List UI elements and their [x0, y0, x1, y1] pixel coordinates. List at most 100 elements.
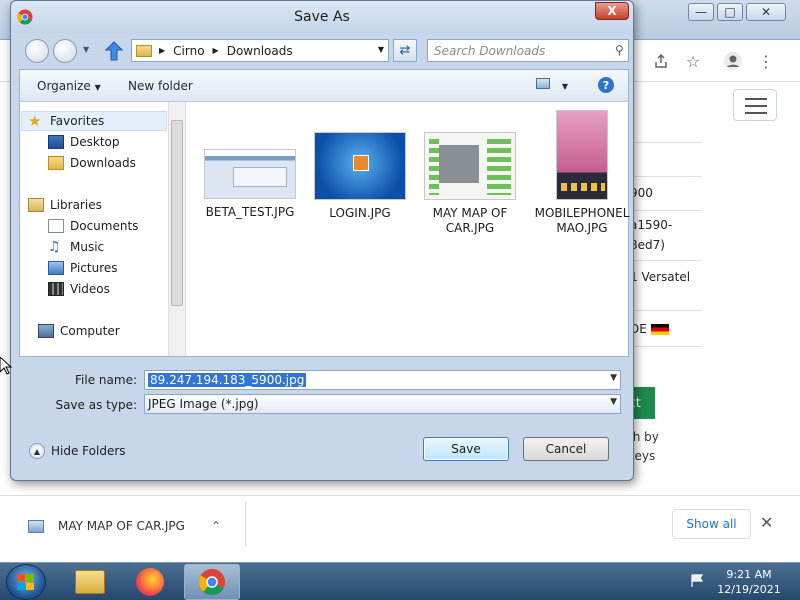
action-center-flag-icon[interactable]	[690, 574, 706, 588]
desktop-icon	[48, 135, 64, 149]
share-icon[interactable]	[650, 50, 672, 72]
nav-documents[interactable]: Documents	[48, 216, 138, 236]
start-button[interactable]	[6, 564, 46, 600]
computer-icon	[38, 324, 54, 338]
mouse-cursor-icon	[0, 357, 12, 375]
file-item[interactable]: LOGIN.JPG	[310, 110, 410, 221]
screenshot-thumbnail-icon	[204, 149, 296, 199]
nav-computer[interactable]: Computer	[38, 321, 120, 341]
up-arrow-icon[interactable]	[105, 41, 123, 61]
chevron-down-icon[interactable]: ▼	[610, 373, 617, 383]
new-folder-button[interactable]: New folder	[128, 79, 193, 93]
dialog-titlebar: Save As X	[11, 1, 633, 33]
file-name: MOBILEPHONELMAO.JPG	[534, 206, 630, 235]
nav-videos[interactable]: Videos	[48, 279, 110, 299]
forward-button[interactable]	[53, 39, 77, 63]
nav-label: Documents	[70, 219, 139, 233]
nav-label: Libraries	[50, 198, 102, 212]
download-item[interactable]: MAY MAP OF CAR.JPG ⌃	[28, 516, 221, 536]
dialog-close-button[interactable]: X	[595, 2, 629, 20]
nav-label: Desktop	[70, 135, 120, 149]
dialog-title: Save As	[294, 9, 350, 25]
save-button[interactable]: Save	[423, 437, 509, 461]
file-name-label: File name:	[75, 373, 137, 387]
background-cell: a1590-	[630, 218, 673, 232]
hide-folders-button[interactable]: ▲ Hide Folders	[29, 443, 126, 459]
file-explorer-icon	[75, 570, 105, 594]
shelf-divider	[245, 502, 246, 546]
scrollbar-thumb[interactable]	[171, 120, 183, 306]
chevron-down-icon[interactable]: ▼	[378, 45, 384, 54]
nav-label: Music	[70, 240, 105, 254]
taskbar-chrome[interactable]	[184, 564, 240, 600]
show-all-button[interactable]: Show all	[672, 509, 751, 539]
windows-logo-icon	[17, 574, 34, 590]
file-name-input[interactable]: 89.247.194.183_5900.jpg ▼	[144, 370, 621, 390]
help-icon[interactable]: ?	[598, 77, 614, 93]
nav-desktop[interactable]: Desktop	[48, 132, 120, 152]
star-icon: ★	[28, 112, 42, 130]
profile-icon[interactable]	[722, 50, 744, 72]
folder-icon	[136, 44, 152, 57]
navigation-bar: ▼ ▶ Cirno ▶ Downloads ▼ ⇄ Search Downloa…	[19, 37, 629, 65]
minimize-button[interactable]: —	[688, 3, 714, 21]
system-clock[interactable]: 9:21 AM 12/19/2021	[712, 567, 786, 597]
organize-menu[interactable]: Organize ▼	[37, 79, 101, 93]
german-flag-icon	[650, 323, 669, 335]
libraries-icon	[28, 198, 44, 212]
breadcrumb-downloads[interactable]: Downloads	[227, 44, 293, 58]
taskbar-firefox[interactable]	[122, 564, 178, 600]
navigation-pane: ★ Favorites Desktop Downloads Libraries …	[20, 102, 186, 356]
breadcrumb-separator: ▶	[212, 46, 219, 55]
pictures-icon	[48, 261, 64, 275]
file-item[interactable]: MOBILEPHONELMAO.JPG	[528, 110, 636, 236]
windows-login-thumbnail-icon	[314, 132, 406, 200]
bookmark-star-icon[interactable]: ☆	[682, 50, 704, 72]
save-as-type-value: JPEG Image (*.jpg)	[148, 397, 259, 411]
image-file-icon	[28, 519, 44, 533]
breadcrumb-cirno[interactable]: Cirno	[173, 44, 204, 58]
background-cell: 900	[630, 186, 653, 200]
language-cell: DE	[630, 322, 702, 336]
nav-downloads[interactable]: Downloads	[48, 153, 136, 173]
nav-pictures[interactable]: Pictures	[48, 258, 118, 278]
file-item[interactable]: MAY MAP OF CAR.JPG	[420, 110, 520, 236]
refresh-button[interactable]: ⇄	[393, 39, 417, 62]
nav-favorites[interactable]: ★ Favorites	[28, 111, 104, 131]
recent-locations-icon[interactable]: ▼	[83, 45, 89, 54]
back-button[interactable]	[25, 39, 49, 63]
nav-scrollbar[interactable]	[168, 102, 185, 356]
close-icon[interactable]: ✕	[760, 513, 773, 532]
nav-music[interactable]: ♫ Music	[48, 237, 104, 257]
search-icon[interactable]: ⚲	[615, 43, 624, 57]
chevron-up-icon[interactable]: ⌃	[211, 519, 221, 533]
hamburger-menu-button[interactable]	[733, 89, 777, 121]
more-menu-icon[interactable]: ⋮	[755, 50, 777, 72]
hide-folders-label: Hide Folders	[51, 444, 126, 458]
maximize-button[interactable]: □	[717, 3, 743, 21]
file-item[interactable]: BETA_TEST.JPG	[200, 110, 300, 220]
downloads-folder-icon	[48, 156, 64, 170]
view-options-icon[interactable]: ▼	[536, 78, 568, 92]
background-cell: 8ed7)	[630, 238, 665, 252]
address-bar[interactable]: ▶ Cirno ▶ Downloads ▼	[131, 39, 389, 62]
file-name-value: 89.247.194.183_5900.jpg	[148, 373, 307, 387]
save-as-type-label: Save as type:	[55, 398, 137, 412]
taskbar-file-explorer[interactable]	[62, 564, 118, 600]
diagram-thumbnail-icon	[424, 132, 516, 200]
save-as-type-select[interactable]: JPEG Image (*.jpg) ▼	[144, 394, 621, 414]
save-form: File name: 89.247.194.183_5900.jpg ▼ Sav…	[11, 361, 633, 481]
videos-icon	[48, 282, 64, 296]
background-footnote: th by keys	[628, 428, 698, 466]
cancel-button[interactable]: Cancel	[523, 437, 609, 461]
breadcrumb-separator: ▶	[159, 46, 166, 55]
chevron-down-icon[interactable]: ▼	[610, 397, 617, 407]
save-as-dialog: Save As X ▼ ▶ Cirno ▶ Downloads ▼ ⇄ Sear…	[10, 0, 634, 481]
documents-icon	[48, 219, 64, 233]
music-icon: ♫	[48, 239, 61, 255]
browser-close-button[interactable]: ✕	[746, 3, 786, 21]
clock-time: 9:21 AM	[726, 568, 772, 581]
search-input[interactable]: Search Downloads	[427, 39, 629, 62]
firefox-icon	[136, 568, 164, 596]
nav-libraries[interactable]: Libraries	[28, 195, 102, 215]
